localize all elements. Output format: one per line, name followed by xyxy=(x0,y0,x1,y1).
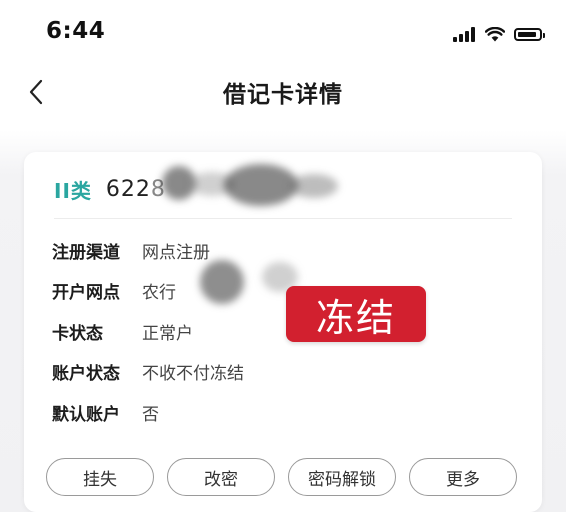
unlock-password-button[interactable]: 密码解锁 xyxy=(288,458,396,496)
info-value: 网点注册 xyxy=(142,242,210,263)
info-label: 账户状态 xyxy=(52,364,120,385)
frozen-stamp: 冻结 xyxy=(286,286,426,342)
screen: 6:44 借记卡详情 II类 6228 注册渠道 网点注册 开户网点 农行 卡状… xyxy=(0,0,566,512)
page-title: 借记卡详情 xyxy=(223,82,343,108)
info-label: 注册渠道 xyxy=(52,242,120,263)
card-divider xyxy=(54,218,512,219)
nav-bar: 借记卡详情 xyxy=(0,64,566,120)
account-info-list: 注册渠道 网点注册 开户网点 农行 卡状态 正常户 账户状态 不收不付冻结 默认… xyxy=(52,230,512,433)
report-loss-button[interactable]: 挂失 xyxy=(46,458,154,496)
change-password-button[interactable]: 改密 xyxy=(167,458,275,496)
action-buttons: 挂失 改密 密码解锁 更多 xyxy=(46,458,517,496)
wifi-icon xyxy=(485,26,505,41)
info-label: 默认账户 xyxy=(52,404,120,425)
status-icons xyxy=(453,24,545,44)
cellular-signal-icon xyxy=(453,26,477,42)
debit-card-panel: II类 6228 注册渠道 网点注册 开户网点 农行 卡状态 正常户 账户状态 … xyxy=(24,152,542,512)
card-type-badge: II类 xyxy=(54,178,92,203)
info-value: 否 xyxy=(142,404,159,425)
card-number: 6228 xyxy=(105,176,166,202)
card-header: II类 6228 xyxy=(54,172,166,206)
battery-icon xyxy=(514,27,545,41)
info-row-account-status: 账户状态 不收不付冻结 xyxy=(52,352,512,393)
info-value: 农行 xyxy=(142,283,176,304)
more-button[interactable]: 更多 xyxy=(409,458,517,496)
info-label: 开户网点 xyxy=(52,283,120,304)
info-value: 不收不付冻结 xyxy=(142,364,244,385)
status-time: 6:44 xyxy=(46,18,106,44)
info-value: 正常户 xyxy=(142,323,193,344)
status-bar: 6:44 xyxy=(0,0,566,64)
info-row-card-status: 卡状态 正常户 xyxy=(52,311,512,352)
info-label: 卡状态 xyxy=(52,323,103,344)
info-row-default-account: 默认账户 否 xyxy=(52,392,512,433)
